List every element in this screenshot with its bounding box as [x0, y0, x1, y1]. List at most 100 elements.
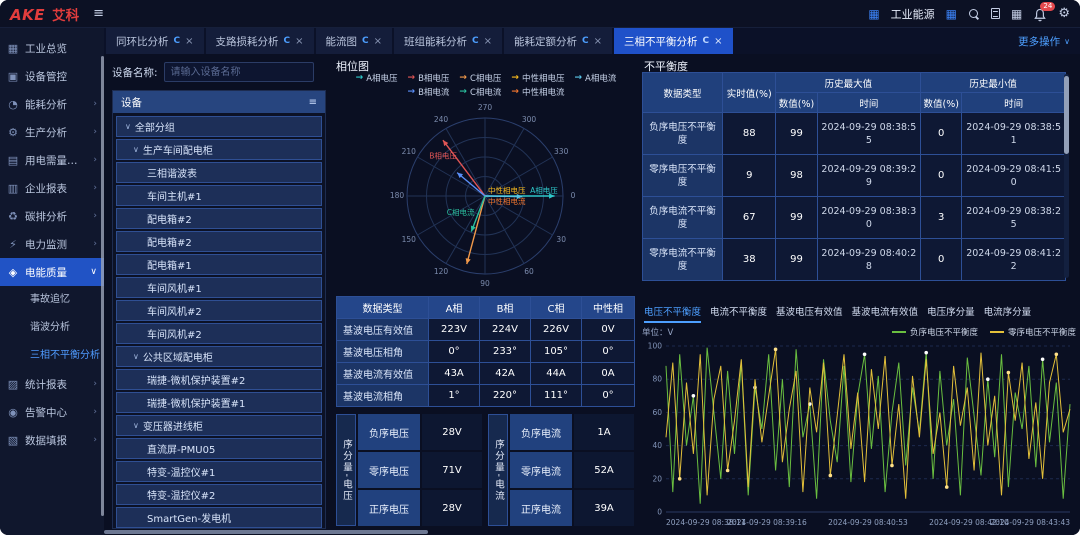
- sidebar-item-alarm-center[interactable]: ◉ 告警中心 ›: [0, 398, 104, 426]
- legend-item[interactable]: →B相电流: [408, 86, 450, 98]
- trend-legend-item[interactable]: 零序电压不平衡度: [990, 326, 1076, 338]
- close-icon[interactable]: ×: [185, 36, 193, 47]
- trend-tab-fund-voltage-rms[interactable]: 基波电压有效值: [776, 304, 843, 323]
- tree-node[interactable]: 直流屏-PMU05: [116, 438, 322, 459]
- sidebar-item-carbon-analysis[interactable]: ♻ 碳排分析 ›: [0, 202, 104, 230]
- tree-node-label: 变压器进线柜: [143, 418, 203, 433]
- refresh-icon[interactable]: C: [472, 36, 479, 46]
- trend-tab-voltage-sequence[interactable]: 电压序分量: [927, 304, 975, 323]
- workspace-switch-icon[interactable]: ▦: [946, 8, 957, 20]
- tab-energy-quota[interactable]: 能耗定额分析 C ×: [504, 28, 612, 54]
- workspace-label[interactable]: 工业能源: [891, 6, 935, 22]
- legend-item[interactable]: →C相电压: [459, 72, 501, 84]
- legend-item[interactable]: →A相电流: [574, 72, 616, 84]
- tab-branch-loss[interactable]: 支路损耗分析 C ×: [206, 28, 314, 54]
- tree-node-group[interactable]: ∨ 生产车间配电柜: [116, 139, 322, 160]
- tree-node[interactable]: 特变-温控仪#2: [116, 484, 322, 505]
- legend-label: 零序电压不平衡度: [1008, 326, 1076, 338]
- sidebar-item-device-control[interactable]: ▣ 设备管控: [0, 62, 104, 90]
- refresh-icon[interactable]: C: [703, 36, 710, 46]
- app-logo[interactable]: AKE 艾科: [10, 4, 79, 24]
- sidebar-subitem-three-phase-imbalance[interactable]: 三相不平衡分析: [0, 342, 104, 370]
- tab-team-energy[interactable]: 班组能耗分析 C ×: [394, 28, 502, 54]
- value-cell: 105°: [531, 341, 582, 363]
- tree-node-group[interactable]: ∨ 全部分组: [116, 116, 322, 137]
- tree-node[interactable]: 车间风机#2: [116, 300, 322, 321]
- legend-item[interactable]: →中性相电压: [511, 72, 564, 84]
- tree-node[interactable]: 特变-温控仪#1: [116, 461, 322, 482]
- apps-grid-icon[interactable]: ▦: [868, 8, 879, 20]
- tree-node[interactable]: 配电箱#2: [116, 208, 322, 229]
- legend-item[interactable]: →中性相电流: [511, 86, 564, 98]
- collapse-panel-icon[interactable]: ≡: [309, 97, 317, 108]
- search-icon[interactable]: [968, 8, 980, 20]
- tree-node[interactable]: 配电箱#2: [116, 231, 322, 252]
- tree-node[interactable]: 三相谐波表: [116, 162, 322, 183]
- sidebar-item-power-monitor[interactable]: ⚡ 电力监测 ›: [0, 230, 104, 258]
- trend-tab-voltage-imbalance[interactable]: 电压不平衡度: [644, 304, 701, 323]
- tree-node[interactable]: 车间主机#1: [116, 185, 322, 206]
- tree-node[interactable]: 配电箱#1: [116, 254, 322, 275]
- timestamp-cell: 2024-09-29 08:38:51: [962, 113, 1066, 155]
- close-icon[interactable]: ×: [484, 36, 492, 47]
- legend-item[interactable]: →C相电流: [459, 86, 501, 98]
- tree-node-label: 生产车间配电柜: [143, 142, 213, 157]
- menu-toggle-icon[interactable]: ≡: [93, 6, 104, 21]
- sidebar-item-power-quality[interactable]: ◈ 电能质量 ∨: [0, 258, 104, 286]
- topbar-actions: ▦ 工业能源 ▦ ▦ 24 ⚙: [868, 6, 1070, 22]
- value-cell: 1°: [429, 385, 480, 407]
- sidebar-item-energy-analysis[interactable]: ◔ 能耗分析 ›: [0, 90, 104, 118]
- sidebar-item-data-report[interactable]: ▧ 数据填报 ›: [0, 426, 104, 454]
- sidebar-item-label: 统计报表: [25, 377, 67, 392]
- refresh-icon[interactable]: C: [582, 36, 589, 46]
- trend-tab-current-sequence[interactable]: 电流序分量: [984, 304, 1032, 323]
- alarm-icon: ◉: [7, 406, 19, 419]
- legend-item[interactable]: →B相电压: [408, 72, 450, 84]
- gear-icon[interactable]: ⚙: [1058, 6, 1070, 21]
- tree-node[interactable]: SmartGen-发电机: [116, 507, 322, 528]
- trend-tab-fund-current-rms[interactable]: 基波电流有效值: [852, 304, 919, 323]
- sidebar-item-overview[interactable]: ▦ 工业总览: [0, 34, 104, 62]
- sidebar-subitem-harmonic-analysis[interactable]: 谐波分析: [0, 314, 104, 342]
- tab-three-phase-imbalance[interactable]: 三相不平衡分析 C ×: [614, 28, 733, 54]
- tree-node-group[interactable]: ∨ 变压器进线柜: [116, 415, 322, 436]
- tree-node[interactable]: 瑞捷-微机保护装置#1: [116, 392, 322, 413]
- device-search-input[interactable]: [164, 62, 314, 82]
- sidebar-subitem-accident-recall[interactable]: 事故追忆: [0, 286, 104, 314]
- app-root: AKE 艾科 ≡ ▦ 工业能源 ▦ ▦ 24 ⚙ ▦ 工业总览: [0, 0, 1080, 535]
- notifications-button[interactable]: 24: [1033, 7, 1047, 21]
- close-icon[interactable]: ×: [374, 36, 382, 47]
- legend-item[interactable]: →A相电压: [356, 72, 398, 84]
- tree-node[interactable]: 车间风机#1: [116, 277, 322, 298]
- document-icon[interactable]: [991, 8, 1000, 19]
- close-icon[interactable]: ×: [594, 36, 602, 47]
- column-header: 数据类型: [337, 297, 429, 319]
- phasor-chart: 0306090120150180210240270300330A相电压B相电压中…: [336, 100, 634, 292]
- table-scrollbar[interactable]: [1064, 74, 1069, 278]
- modules-grid-icon[interactable]: ▦: [1011, 8, 1022, 20]
- scrollbar-thumb[interactable]: [1064, 76, 1069, 154]
- refresh-icon[interactable]: C: [174, 36, 181, 46]
- horizontal-scrollbar[interactable]: [104, 530, 428, 534]
- close-icon[interactable]: ×: [295, 36, 303, 47]
- trend-legend-item[interactable]: 负序电压不平衡度: [892, 326, 978, 338]
- tree-node[interactable]: 车间风机#2: [116, 323, 322, 344]
- trend-tab-current-imbalance[interactable]: 电流不平衡度: [710, 304, 767, 323]
- svg-text:240: 240: [434, 115, 449, 124]
- sidebar-item-demand-analysis[interactable]: ▤ 用电需量分析 ›: [0, 146, 104, 174]
- sidebar-item-enterprise-report[interactable]: ▥ 企业报表 ›: [0, 174, 104, 202]
- tree-node-group[interactable]: ∨ 公共区域配电柜: [116, 346, 322, 367]
- close-icon[interactable]: ×: [714, 36, 722, 47]
- legend-arrow-icon: →: [459, 73, 467, 83]
- value-cell: 9: [723, 155, 776, 197]
- refresh-icon[interactable]: C: [362, 36, 369, 46]
- tab-energy-flow[interactable]: 能流图 C ×: [316, 28, 393, 54]
- more-actions-button[interactable]: 更多操作 ∨: [1018, 34, 1070, 49]
- sequence-value: 52A: [574, 452, 634, 488]
- sidebar-item-statistic-report[interactable]: ▨ 统计报表 ›: [0, 370, 104, 398]
- tab-period-comparison[interactable]: 同环比分析 C ×: [106, 28, 204, 54]
- trend-marker: [1007, 371, 1011, 375]
- tree-node[interactable]: 瑞捷-微机保护装置#2: [116, 369, 322, 390]
- refresh-icon[interactable]: C: [284, 36, 291, 46]
- sidebar-item-production-analysis[interactable]: ⚙ 生产分析 ›: [0, 118, 104, 146]
